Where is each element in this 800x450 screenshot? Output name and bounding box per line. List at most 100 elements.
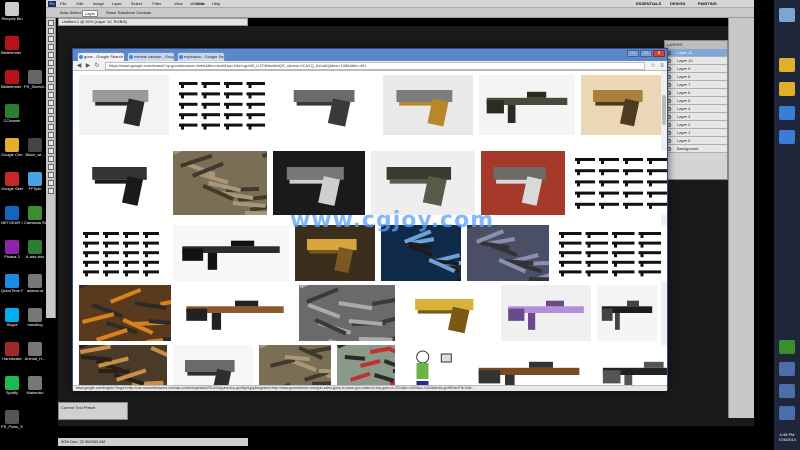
- tool-button[interactable]: [47, 124, 54, 130]
- image-result[interactable]: [79, 225, 167, 281]
- layer-row[interactable]: Layer 2: [665, 121, 727, 129]
- desktop-icon[interactable]: PS_Sketch...: [24, 70, 46, 96]
- desktop-icon[interactable]: A-ads.xlsx: [24, 240, 46, 266]
- tool-preset-panel[interactable]: Current Tool Preset: [58, 402, 128, 420]
- image-result[interactable]: [501, 285, 591, 341]
- layer-row[interactable]: Layer 3: [665, 113, 727, 121]
- image-result[interactable]: [79, 75, 169, 135]
- tool-button[interactable]: [47, 92, 54, 98]
- desktop-icon[interactable]: Skype: [1, 308, 23, 334]
- image-result[interactable]: [479, 75, 575, 135]
- menu-item-select[interactable]: Select: [131, 1, 142, 6]
- layer-row[interactable]: Layer 7: [665, 81, 727, 89]
- minimize-button[interactable]: –: [627, 50, 639, 57]
- tool-button[interactable]: [47, 132, 54, 138]
- image-result[interactable]: [175, 75, 273, 135]
- desktop-icon[interactable]: Spotify: [1, 376, 23, 402]
- app-icon[interactable]: [779, 384, 795, 398]
- layer-row[interactable]: Layer 10: [665, 57, 727, 65]
- image-result[interactable]: [381, 225, 461, 281]
- tool-button[interactable]: [47, 140, 54, 146]
- desktop-icon[interactable]: CCleaner: [1, 104, 23, 130]
- chrome-icon[interactable]: [779, 82, 795, 96]
- tool-button[interactable]: [47, 108, 54, 114]
- tool-button[interactable]: [47, 60, 54, 66]
- image-result[interactable]: [295, 225, 375, 281]
- tool-button[interactable]: [47, 44, 54, 50]
- image-result[interactable]: [469, 345, 589, 385]
- image-result[interactable]: [79, 345, 167, 385]
- camtasia-icon[interactable]: [779, 340, 795, 354]
- desktop-icon[interactable]: Bitdefender Safepay: [1, 70, 23, 96]
- menu-item-view[interactable]: View: [174, 1, 183, 6]
- image-result[interactable]: [467, 225, 549, 281]
- tool-button[interactable]: [47, 156, 54, 162]
- reload-icon[interactable]: ↻: [93, 62, 101, 70]
- desktop-icon[interactable]: Makemkv: [24, 376, 46, 402]
- desktop-icon[interactable]: handling: [24, 308, 46, 334]
- forward-icon[interactable]: ▶: [84, 62, 92, 70]
- tool-button[interactable]: [47, 68, 54, 74]
- menu-item-help[interactable]: Help: [212, 1, 220, 6]
- desktop-icon[interactable]: Animal_H...: [24, 342, 46, 368]
- image-result[interactable]: [555, 225, 667, 281]
- document-tab[interactable]: Untitled-1 @ 50% (Layer 10, RGB/8): [58, 18, 248, 26]
- image-result[interactable]: [401, 285, 495, 341]
- desktop-icon[interactable]: PS_Picks_5...: [1, 410, 23, 436]
- layer-row[interactable]: Background: [665, 145, 727, 153]
- tool-button[interactable]: [47, 52, 54, 58]
- layer-row[interactable]: Layer 11: [665, 49, 727, 57]
- menu-item-filter[interactable]: Filter: [152, 1, 161, 6]
- desktop-icon[interactable]: Google SketchUp 8: [1, 172, 23, 198]
- image-result[interactable]: [337, 345, 395, 385]
- tool-button[interactable]: [47, 36, 54, 42]
- image-result[interactable]: [79, 285, 171, 341]
- layer-row[interactable]: Layer 1: [665, 129, 727, 137]
- desktop-icon[interactable]: Picasa 3: [1, 240, 23, 266]
- tool-button[interactable]: [47, 164, 54, 170]
- layer-row[interactable]: Layer 8: [665, 73, 727, 81]
- desktop-icon[interactable]: Camtasia Studio: [24, 206, 46, 232]
- address-bar[interactable]: https://www.google.com/search?q=guns&sou…: [105, 62, 645, 70]
- image-result[interactable]: [173, 151, 267, 215]
- image-result[interactable]: [581, 75, 661, 135]
- workspace-switch[interactable]: ESSENTIALS: [636, 1, 661, 6]
- tool-button[interactable]: [47, 84, 54, 90]
- show-transform-controls[interactable]: Show Transform Controls: [106, 10, 151, 15]
- tool-button[interactable]: [47, 20, 54, 26]
- tool-button[interactable]: [47, 180, 54, 186]
- desktop-icon[interactable]: FFSplit: [24, 172, 46, 198]
- layer-row[interactable]: Layer 4: [665, 105, 727, 113]
- cs-live-button[interactable]: CS Live: [758, 1, 765, 11]
- workspace-switch[interactable]: DESIGN: [670, 1, 685, 6]
- image-result[interactable]: [383, 75, 473, 135]
- image-result[interactable]: [79, 151, 167, 215]
- workspace-switch[interactable]: PAINTING: [698, 1, 717, 6]
- browser-tab[interactable]: explosion - Google Search: [177, 52, 225, 61]
- tool-button[interactable]: [47, 172, 54, 178]
- tool-button[interactable]: [47, 76, 54, 82]
- star-icon[interactable]: ☆: [649, 62, 657, 70]
- tool-button[interactable]: [47, 148, 54, 154]
- image-result[interactable]: [481, 151, 565, 215]
- app-icon[interactable]: [779, 362, 795, 376]
- image-result[interactable]: [299, 285, 395, 341]
- menu-icon[interactable]: ≡: [658, 62, 666, 70]
- image-result[interactable]: [401, 345, 463, 385]
- image-result[interactable]: [273, 151, 365, 215]
- image-result[interactable]: [571, 151, 667, 215]
- browser-tab[interactable]: guns - Google Search: [77, 52, 125, 61]
- app-icon[interactable]: [779, 406, 795, 420]
- maximize-button[interactable]: □: [640, 50, 652, 57]
- desktop-icon[interactable]: Handbrake: [1, 342, 23, 368]
- desktop-icon[interactable]: Black_wi...: [24, 138, 46, 164]
- image-result[interactable]: [259, 345, 331, 385]
- desktop-icon[interactable]: NETGEAR Genie: [1, 206, 23, 232]
- tool-button[interactable]: [47, 100, 54, 106]
- tool-button[interactable]: [47, 188, 54, 194]
- browser-tab[interactable]: zombie cartoon - Google S...: [127, 52, 175, 61]
- image-result[interactable]: [595, 345, 667, 385]
- explorer-icon[interactable]: [779, 8, 795, 22]
- back-icon[interactable]: ◀: [75, 62, 83, 70]
- photoshop-icon[interactable]: [779, 106, 795, 120]
